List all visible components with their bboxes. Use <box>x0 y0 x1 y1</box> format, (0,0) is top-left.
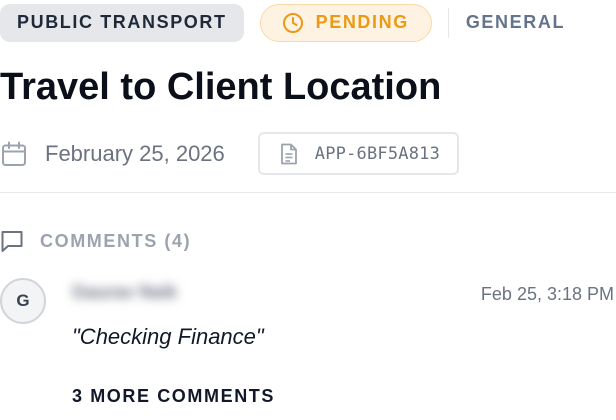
status-label: PENDING <box>315 12 409 32</box>
expense-date: February 25, 2026 <box>45 140 225 166</box>
reference-chip[interactable]: APP-6BF5A813 <box>257 132 459 175</box>
calendar-icon <box>1 141 27 167</box>
section-divider <box>0 192 616 193</box>
tags-row: PUBLIC TRANSPORT PENDING GENERAL <box>0 3 565 42</box>
clock-icon <box>282 12 304 34</box>
reference-id: APP-6BF5A813 <box>314 143 440 164</box>
comment-icon <box>0 229 24 253</box>
expense-detail-panel: PUBLIC TRANSPORT PENDING GENERAL Travel … <box>0 0 616 420</box>
page-title: Travel to Client Location <box>0 66 442 108</box>
comment-text: "Checking Finance" <box>72 324 264 349</box>
meta-row: February 25, 2026 APP-6BF5A813 <box>0 132 459 175</box>
tags-divider <box>447 7 449 38</box>
more-comments-button[interactable]: 3 MORE COMMENTS <box>72 386 275 407</box>
comments-header: COMMENTS (4) <box>0 229 191 253</box>
comment-timestamp: Feb 25, 3:18 PM <box>480 284 614 304</box>
type-tag: GENERAL <box>465 12 566 32</box>
document-icon <box>279 143 299 165</box>
comments-title: COMMENTS (4) <box>40 230 192 251</box>
category-tag: PUBLIC TRANSPORT <box>0 3 244 42</box>
status-badge: PENDING <box>259 3 432 42</box>
comment-author: Gaurav Naik <box>72 282 178 302</box>
avatar: G <box>0 278 46 324</box>
comment-item: G Gaurav Naik Feb 25, 3:18 PM "Checking … <box>0 278 616 358</box>
